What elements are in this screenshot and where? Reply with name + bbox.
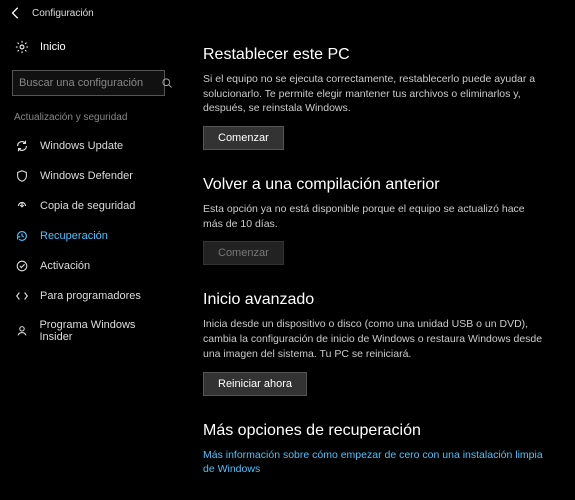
sidebar-item-label: Para programadores	[40, 290, 141, 302]
sidebar-item-windows-update[interactable]: Windows Update	[6, 131, 175, 161]
sync-icon	[14, 139, 30, 153]
back-button[interactable]	[4, 1, 28, 25]
sidebar-item-insider[interactable]: Programa Windows Insider	[6, 311, 175, 351]
sidebar-item-developers[interactable]: Para programadores	[6, 281, 175, 311]
sidebar: Inicio Actualización y seguridad Windows…	[0, 26, 175, 500]
section-title: Más opciones de recuperación	[203, 422, 557, 440]
sidebar-item-label: Copia de seguridad	[40, 200, 135, 212]
section-reset: Restablecer este PC Si el equipo no se e…	[203, 46, 557, 150]
person-icon	[14, 324, 29, 338]
sidebar-item-label: Recuperación	[40, 230, 108, 242]
search-box[interactable]	[12, 70, 165, 96]
section-more-options: Más opciones de recuperación Más informa…	[203, 422, 557, 477]
content-area: Restablecer este PC Si el equipo no se e…	[175, 26, 575, 500]
code-icon	[14, 289, 30, 303]
gear-icon	[14, 40, 30, 54]
reset-start-button[interactable]: Comenzar	[203, 126, 284, 150]
check-circle-icon	[14, 259, 30, 273]
sidebar-item-recovery[interactable]: Recuperación	[6, 221, 175, 251]
section-desc: Si el equipo no se ejecuta correctamente…	[203, 72, 543, 116]
sidebar-item-label: Activación	[40, 260, 90, 272]
section-title: Restablecer este PC	[203, 46, 557, 64]
home-label: Inicio	[40, 41, 66, 53]
backup-icon	[14, 199, 30, 213]
section-advanced-startup: Inicio avanzado Inicia desde un disposit…	[203, 291, 557, 395]
section-title: Inicio avanzado	[203, 291, 557, 309]
section-desc: Inicia desde un dispositivo o disco (com…	[203, 317, 543, 361]
section-title: Volver a una compilación anterior	[203, 176, 557, 194]
sidebar-item-label: Windows Defender	[40, 170, 133, 182]
rollback-start-button: Comenzar	[203, 241, 284, 265]
sidebar-group-label: Actualización y seguridad	[6, 106, 175, 131]
history-icon	[14, 229, 30, 243]
home-nav[interactable]: Inicio	[6, 34, 175, 60]
sidebar-item-label: Programa Windows Insider	[39, 319, 167, 343]
window-title: Configuración	[32, 8, 94, 19]
sidebar-item-activation[interactable]: Activación	[6, 251, 175, 281]
section-rollback: Volver a una compilación anterior Esta o…	[203, 176, 557, 265]
fresh-start-link[interactable]: Más información sobre cómo empezar de ce…	[203, 448, 543, 477]
restart-now-button[interactable]: Reiniciar ahora	[203, 372, 307, 396]
section-desc: Esta opción ya no está disponible porque…	[203, 202, 543, 231]
sidebar-item-label: Windows Update	[40, 140, 123, 152]
search-icon	[161, 77, 173, 89]
sidebar-item-backup[interactable]: Copia de seguridad	[6, 191, 175, 221]
search-input[interactable]	[19, 77, 161, 89]
sidebar-item-defender[interactable]: Windows Defender	[6, 161, 175, 191]
shield-icon	[14, 169, 30, 183]
